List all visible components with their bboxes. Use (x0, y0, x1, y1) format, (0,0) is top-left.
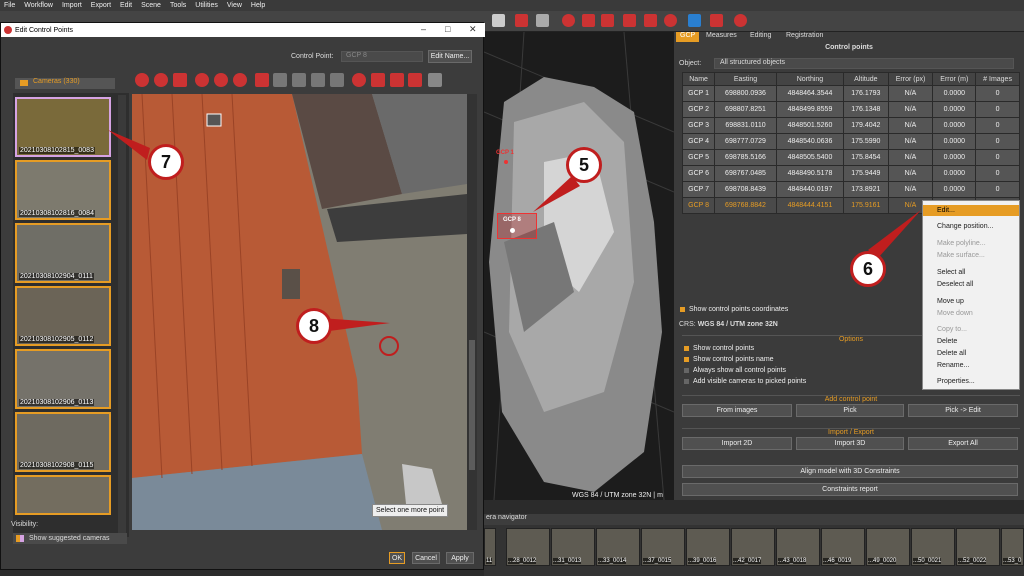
callout-6: 6 (850, 251, 886, 287)
callout-7: 7 (148, 144, 184, 180)
callout-arrows (108, 130, 921, 332)
callout-5: 5 (566, 147, 602, 183)
callout-8: 8 (296, 308, 332, 344)
